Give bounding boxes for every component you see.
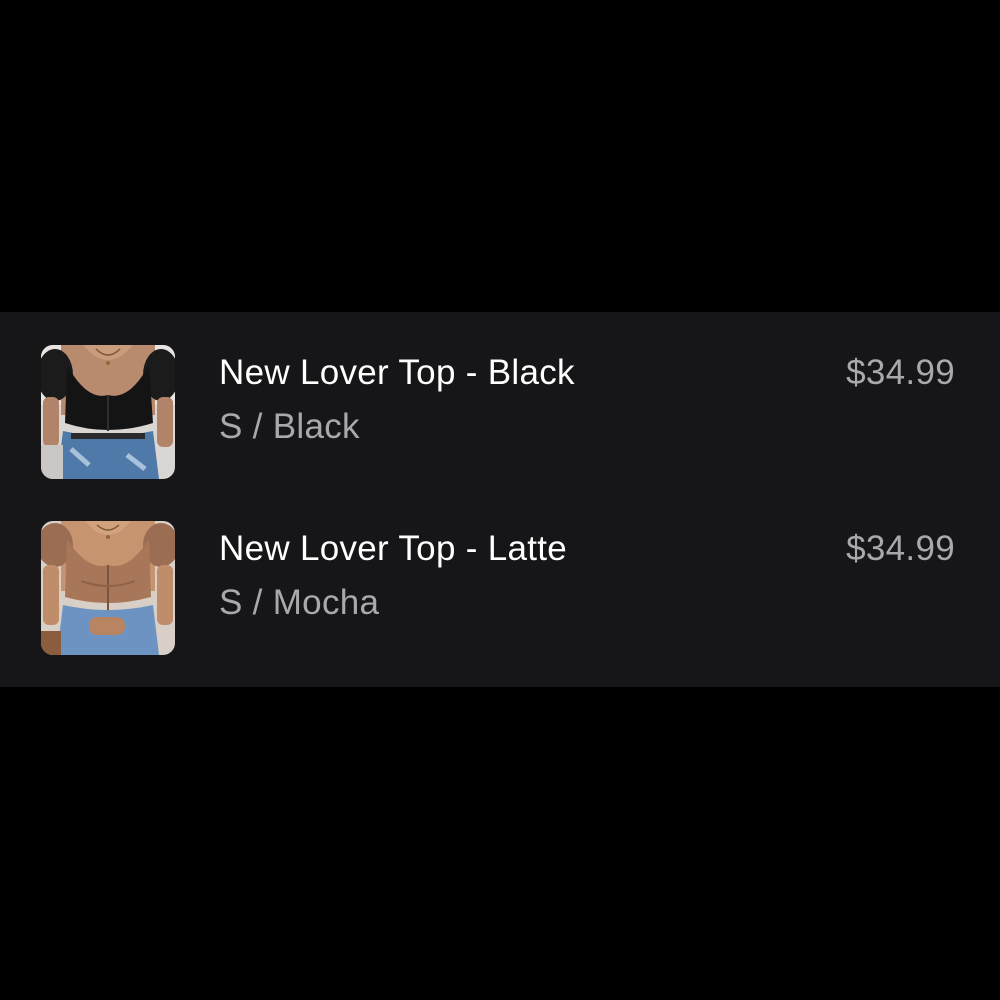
item-variant: S / Black [219,407,360,446]
product-thumbnail[interactable] [41,521,175,655]
line-item[interactable]: New Lover Top - Latte S / Mocha $34.99 [0,521,1000,655]
item-price: $34.99 [846,353,955,392]
product-thumbnail[interactable] [41,345,175,479]
item-variant: S / Mocha [219,583,380,622]
order-summary-panel: New Lover Top - Black S / Black $34.99 N… [0,312,1000,687]
item-price: $34.99 [846,529,955,568]
product-image-latte-top [41,521,175,655]
line-item[interactable]: New Lover Top - Black S / Black $34.99 [0,345,1000,479]
item-title: New Lover Top - Latte [219,529,568,568]
product-image-black-top [41,345,175,479]
item-title: New Lover Top - Black [219,353,575,392]
